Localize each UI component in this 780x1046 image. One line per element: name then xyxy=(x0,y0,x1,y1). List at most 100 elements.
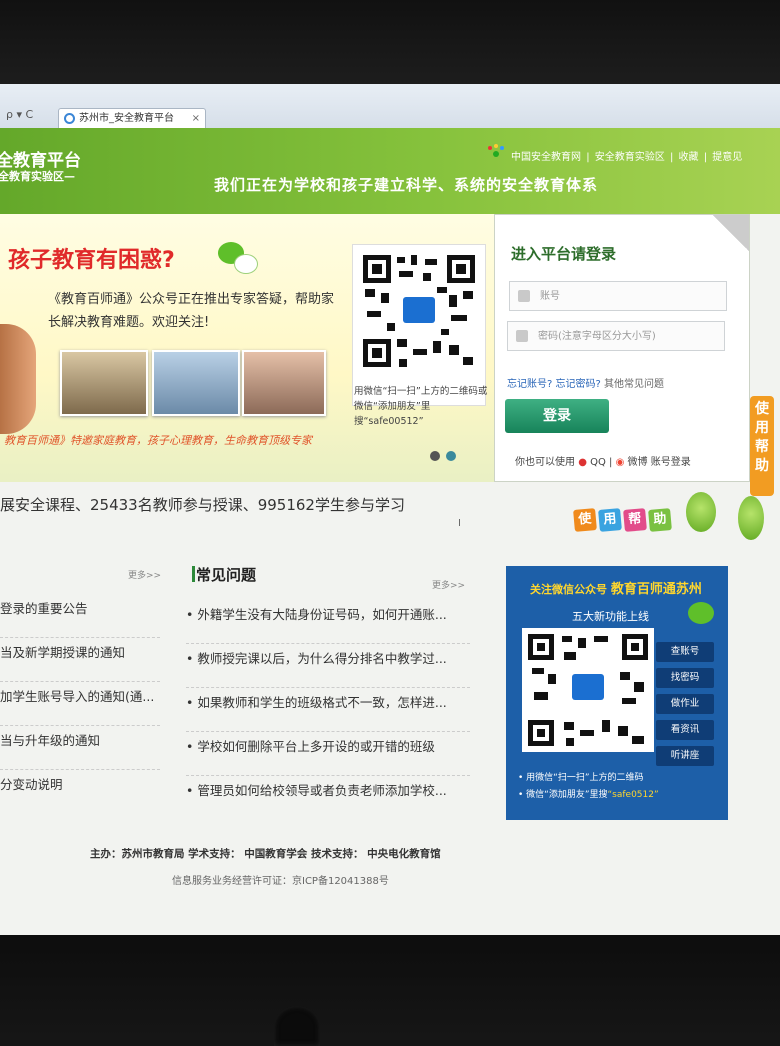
password-input[interactable]: 密码(注意字母区分大小写) xyxy=(507,321,725,351)
qq-icon[interactable]: ● xyxy=(578,457,587,468)
lock-icon xyxy=(516,330,528,342)
browser-screen: ρ ▾ C 苏州市_安全教育平台 × 全教育平台 全教育实验区— 我们正在为学校… xyxy=(0,84,780,935)
feature-homework[interactable]: 做作业 xyxy=(656,694,714,714)
feature-news[interactable]: 看资讯 xyxy=(656,720,714,740)
site-footer: 主办：苏州市教育局 学术支持： 中国教育学会 技术支持： 中央电化教育馆 信息服… xyxy=(0,820,780,887)
promo-banner[interactable]: 孩子教育有困惑? 《教育百师通》公众号正在推出专家答疑，帮助家长解决教育难题。欢… xyxy=(0,214,494,482)
child-photo-1 xyxy=(60,350,148,416)
carousel-dot[interactable] xyxy=(446,451,456,461)
thumbs-up-hand-image xyxy=(0,324,36,434)
promo-title: 关注微信公众号 教育百师通苏州 xyxy=(530,578,702,597)
banner-qr-code xyxy=(352,244,486,406)
text-cursor-icon: I xyxy=(458,518,461,529)
weibo-login-link[interactable]: 微博 xyxy=(628,457,648,468)
site-subtitle: 全教育实验区— xyxy=(0,170,75,183)
faq-item[interactable]: • 管理员如何给校领导或者负责老师添加学校... xyxy=(186,776,470,820)
faq-item-text: 如果教师和学生的班级格式不一致，怎样进... xyxy=(197,695,447,710)
tab-title: 苏州市_安全教育平台 xyxy=(79,113,174,124)
faq-item-text: 外籍学生没有大陆身份证号码，如何开通账... xyxy=(197,607,447,622)
promo-feature-buttons: 查账号 找密码 做作业 看资讯 听讲座 xyxy=(656,642,714,772)
forgot-password-link[interactable]: 忘记密码? xyxy=(556,379,601,390)
qq-login-link[interactable]: QQ xyxy=(590,457,606,468)
monitor-bezel-bottom xyxy=(0,935,780,1040)
site-header: 全教育平台 全教育实验区— 我们正在为学校和孩子建立科学、系统的安全教育体系 中… xyxy=(0,128,780,214)
notice-item[interactable]: 当与升年级的通知 xyxy=(0,726,160,770)
platform-stats: 展安全课程、25433名教师参与授课、995162学生参与学习 xyxy=(0,496,405,514)
faq-title: 常见问题 xyxy=(196,566,257,584)
wechat-bubble-icon xyxy=(234,254,258,274)
help-char: 用 xyxy=(598,508,622,532)
notice-item[interactable]: 登录的重要公告 xyxy=(0,594,160,638)
login-panel: 进入平台请登录 账号 密码(注意字母区分大小写) 忘记账号? 忘记密码? 其他常… xyxy=(494,214,750,482)
promo-qr-code xyxy=(522,628,654,752)
login-button[interactable]: 登录 xyxy=(505,399,609,433)
network-logo-icon xyxy=(488,144,504,157)
link-favorite[interactable]: 收藏 xyxy=(679,152,699,163)
banner-headline: 孩子教育有困惑? xyxy=(8,248,175,273)
banner-text: 《教育百师通》公众号正在推出专家答疑，帮助家长解决教育难题。欢迎关注! xyxy=(48,292,335,330)
link-china-safety-edu[interactable]: 中国安全教育网 xyxy=(511,152,581,163)
monitor-bezel-top xyxy=(0,0,780,84)
faq-item-text: 教师授完课以后，为什么得分排名中教学过... xyxy=(197,651,447,666)
promo-note-1: 用微信“扫一扫”上方的二维码 xyxy=(526,773,644,783)
notice-item[interactable]: 分变动说明 xyxy=(0,770,160,814)
child-photo-2 xyxy=(152,350,240,416)
carousel-dots[interactable] xyxy=(430,446,462,465)
faq-link[interactable]: 其他常见问题 xyxy=(604,379,664,390)
promo-subtitle: 五大新功能上线 xyxy=(572,610,649,623)
feature-lectures[interactable]: 听讲座 xyxy=(656,746,714,766)
browser-toolbar: ρ ▾ C 苏州市_安全教育平台 × xyxy=(0,84,780,129)
wechat-icon xyxy=(688,602,714,624)
faq-item[interactable]: • 教师授完课以后，为什么得分排名中教学过... xyxy=(186,644,470,688)
feature-check-account[interactable]: 查账号 xyxy=(656,642,714,662)
account-input[interactable]: 账号 xyxy=(509,281,727,311)
link-separator: | xyxy=(669,152,674,163)
promo-title-name: 教育百师通苏州 xyxy=(610,582,702,597)
promo-note-2: 微信“添加朋友”里搜 xyxy=(526,790,608,800)
footer-license: 信息服务业务经营许可证：京ICP备12041388号 xyxy=(172,876,389,887)
qr-login-corner-icon[interactable] xyxy=(713,215,749,251)
faq-item-text: 管理员如何给校领导或者负责老师添加学校... xyxy=(197,783,447,798)
browser-tab[interactable]: 苏州市_安全教育平台 × xyxy=(58,108,206,128)
ie-icon xyxy=(64,113,75,124)
faq-item[interactable]: • 外籍学生没有大陆身份证号码，如何开通账... xyxy=(186,600,470,644)
user-icon xyxy=(518,290,530,302)
mascot-image xyxy=(686,492,716,532)
banner-footer-text: 教育百师通》特邀家庭教育，孩子心理教育，生命教育顶级专家 xyxy=(4,434,312,447)
notice-item[interactable]: 加学生账号导入的通知(通... xyxy=(0,682,160,726)
login-title: 进入平台请登录 xyxy=(511,245,617,263)
help-char: 使 xyxy=(573,508,597,532)
address-controls[interactable]: ρ ▾ C xyxy=(6,108,33,121)
help-side-tab[interactable]: 使用帮助 xyxy=(750,396,774,496)
faq-title-marker xyxy=(192,566,195,582)
site-slogan: 我们正在为学校和孩子建立科学、系统的安全教育体系 xyxy=(214,176,599,194)
faq-more-link[interactable]: 更多>> xyxy=(432,578,465,591)
carousel-dot[interactable] xyxy=(430,451,440,461)
forgot-account-link[interactable]: 忘记账号? xyxy=(507,379,552,390)
faq-item[interactable]: • 如果教师和学生的班级格式不一致，怎样进... xyxy=(186,688,470,732)
faq-item[interactable]: • 学校如何删除平台上多开设的或开错的班级 xyxy=(186,732,470,776)
promo-title-prefix: 关注微信公众号 xyxy=(530,583,607,596)
alt-login: 你也可以使用 ● QQ | ◉ 微博 账号登录 xyxy=(515,453,691,468)
promo-note: • 用微信“扫一扫”上方的二维码 • 微信“添加朋友”里搜“safe0512” xyxy=(518,773,659,800)
apple-logo-icon xyxy=(274,1006,320,1046)
notices-more-link[interactable]: 更多>> xyxy=(128,568,161,581)
tab-close-icon[interactable]: × xyxy=(192,109,200,128)
mascot-image-2 xyxy=(738,496,764,540)
notice-item[interactable]: 当及新学期授课的通知 xyxy=(0,638,160,682)
notice-list: 登录的重要公告 当及新学期授课的通知 加学生账号导入的通知(通... 当与升年级… xyxy=(0,594,160,814)
alt-login-suffix: 账号登录 xyxy=(650,457,691,468)
help-badge[interactable]: 使用帮助 xyxy=(573,508,674,532)
faq-item-text: 学校如何删除平台上多开设的或开错的班级 xyxy=(197,739,435,754)
banner-qr-caption: 用微信“扫一扫”上方的二维码或微信“添加朋友”里搜“safe00512” xyxy=(354,386,488,427)
help-char: 助 xyxy=(648,508,672,532)
help-char: 帮 xyxy=(623,508,647,532)
link-feedback[interactable]: 提意见 xyxy=(712,152,742,163)
forgot-links: 忘记账号? 忘记密码? 其他常见问题 xyxy=(507,375,664,390)
feature-find-password[interactable]: 找密码 xyxy=(656,668,714,688)
wechat-promo[interactable]: 关注微信公众号 教育百师通苏州 五大新功能上线 查账号 找密码 做作业 看资讯 xyxy=(506,566,728,820)
weibo-icon[interactable]: ◉ xyxy=(616,457,625,468)
link-separator: | xyxy=(586,152,590,163)
link-safety-zone[interactable]: 安全教育实验区 xyxy=(595,152,665,163)
top-links: 中国安全教育网 | 安全教育实验区 | 收藏 | 提意见 xyxy=(510,148,743,163)
